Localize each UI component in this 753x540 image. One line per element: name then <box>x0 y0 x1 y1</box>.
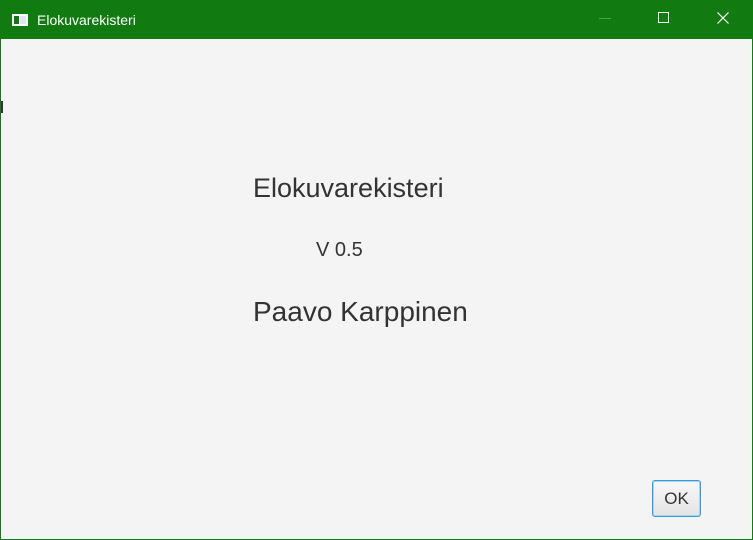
title-bar[interactable]: Elokuvarekisteri <box>1 1 752 39</box>
close-button[interactable] <box>700 1 746 39</box>
window-title: Elokuvarekisteri <box>37 12 136 28</box>
edge-artifact <box>1 101 3 113</box>
maximize-button[interactable] <box>641 1 687 39</box>
ok-button[interactable]: OK <box>652 480 701 517</box>
minimize-button[interactable] <box>582 1 628 39</box>
minimize-icon <box>599 11 611 29</box>
app-window-icon <box>12 13 28 26</box>
app-name-label: Elokuvarekisteri <box>253 173 444 203</box>
about-content: Elokuvarekisteri V 0.5 Paavo Karppinen O… <box>1 39 752 539</box>
about-window: Elokuvarekisteri Elokuvarekisteri V 0.5 … <box>0 0 753 540</box>
author-label: Paavo Karppinen <box>253 296 468 327</box>
version-label: V 0.5 <box>316 239 363 261</box>
maximize-icon <box>658 11 670 29</box>
close-icon <box>717 11 729 29</box>
